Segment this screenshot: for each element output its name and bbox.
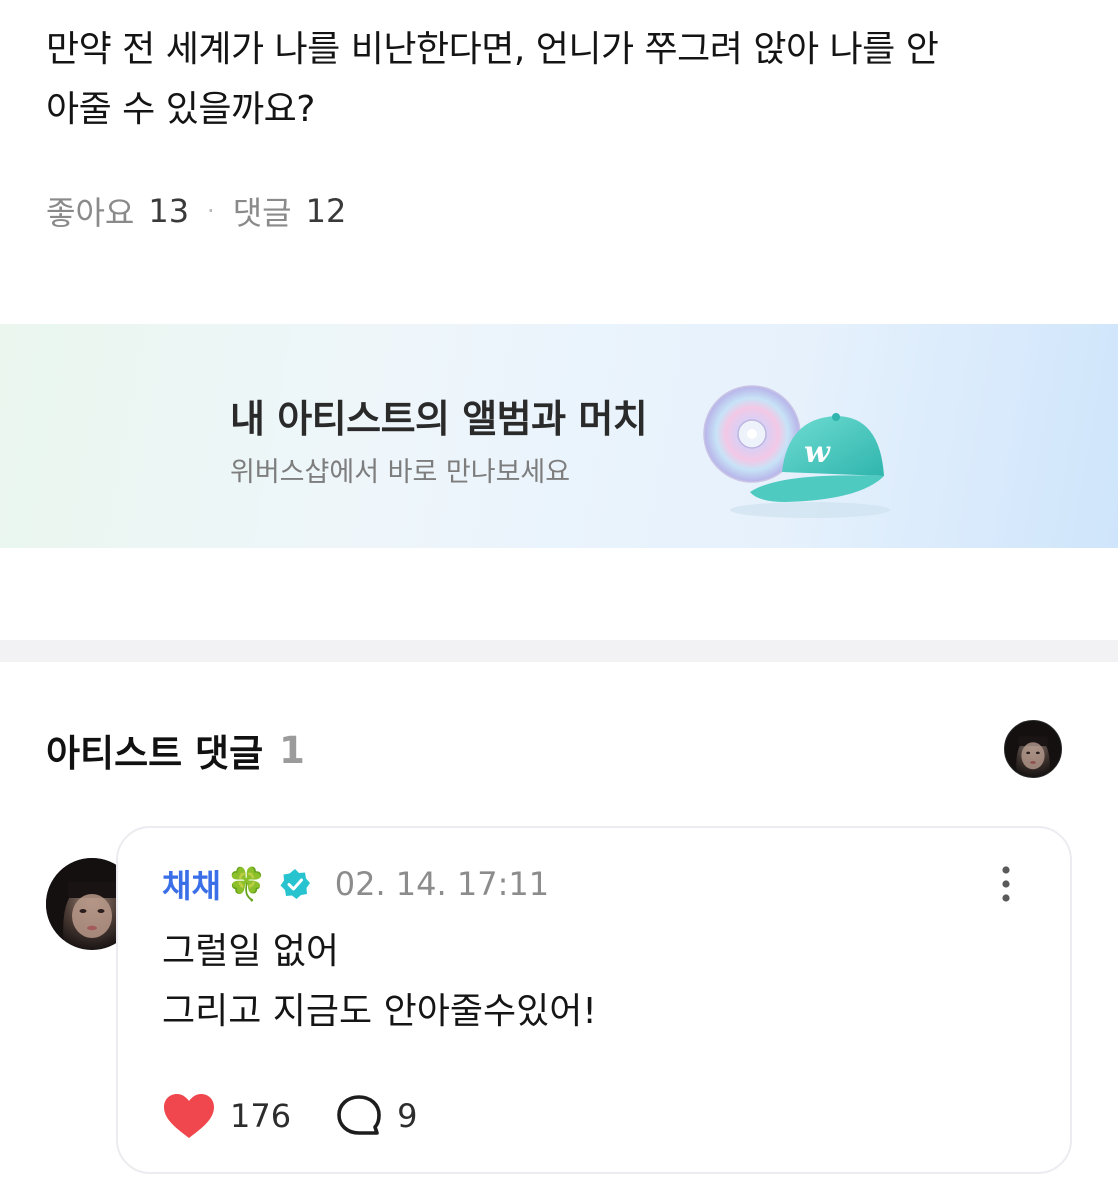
comment-meta: 채채 🍀 02. 14. 17:11 [162,862,549,906]
heart-icon[interactable] [162,1092,216,1140]
comment-actions: 176 9 [162,1092,417,1140]
comment-line: 그럴일 없어 [162,931,340,972]
section-divider [0,640,1118,662]
artist-comments-heading: 아티스트 댓글 1 [46,718,305,782]
comment-timestamp: 02. 14. 17:11 [334,865,550,903]
likes-count[interactable]: 13 [148,192,189,230]
comment-reply-count: 9 [397,1097,418,1135]
post-detail-page: 만약 전 세계가 나를 비난한다면, 언니가 쭈그려 앉아 나를 안 아줄 수 … [0,0,1118,1200]
artist-comments-count: 1 [279,728,305,772]
artist-avatar-small[interactable] [1004,720,1062,778]
post-stats: 좋아요 13 · 댓글 12 [46,188,346,234]
comment-line: 그리고 지금도 안아줄수있어! [162,991,597,1032]
reply-bubble-icon[interactable] [335,1093,383,1139]
post-text-line: 만약 전 세계가 나를 비난한다면, 언니가 쭈그려 앉아 나를 안 [46,29,939,70]
post-text: 만약 전 세계가 나를 비난한다면, 언니가 쭈그려 앉아 나를 안 아줄 수 … [46,20,1086,140]
comments-count[interactable]: 12 [306,192,347,230]
shop-banner[interactable]: 내 아티스트의 앨범과 머치 위버스샵에서 바로 만나보세요 w [0,324,1118,548]
artist-comment-card: 채채 🍀 02. 14. 17:11 그럴일 없어 그리고 지금도 안아줄수있어… [116,826,1072,1174]
banner-artwork: w [703,385,890,518]
banner-subtitle: 위버스샵에서 바로 만나보세요 [230,457,571,488]
four-leaf-clover-icon: 🍀 [226,865,267,903]
comment-author-name[interactable]: 채채 [162,861,221,907]
verified-badge-icon [280,869,310,899]
comment-like-count: 176 [230,1097,292,1135]
svg-text:w: w [804,435,831,470]
post-text-line: 아줄 수 있을까요? [46,89,315,130]
likes-label[interactable]: 좋아요 [46,188,134,234]
comment-body: 그럴일 없어 그리고 지금도 안아줄수있어! [162,922,597,1042]
artist-comments-title: 아티스트 댓글 [46,732,264,775]
comments-label[interactable]: 댓글 [233,188,292,234]
more-options-icon[interactable] [992,864,1020,904]
artist-portrait-icon [1005,721,1061,777]
stats-separator: · [207,197,215,225]
banner-title: 내 아티스트의 앨범과 머치 [230,397,648,441]
